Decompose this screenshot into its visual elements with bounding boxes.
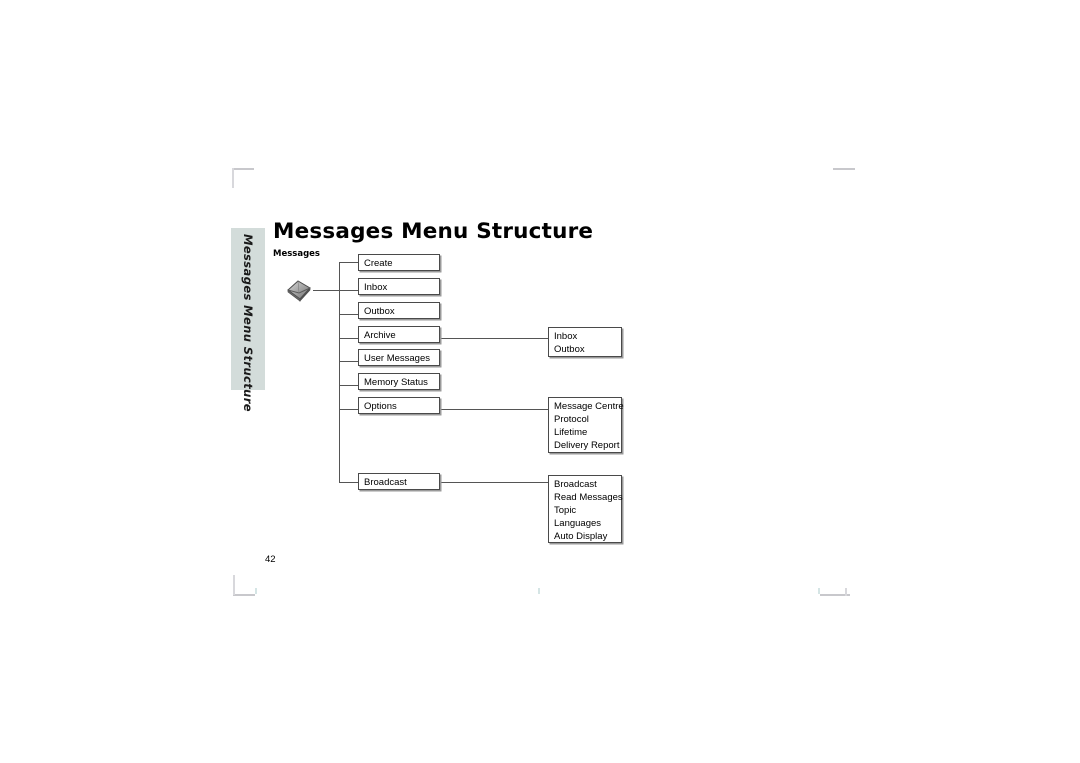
connector-archive-to-submenu bbox=[440, 338, 548, 339]
node-memory-status-label: Memory Status bbox=[364, 377, 428, 388]
diagram-root-label: Messages bbox=[273, 249, 320, 259]
submenu-archive-item[interactable]: Outbox bbox=[554, 344, 621, 357]
node-create-label: Create bbox=[364, 258, 393, 269]
node-inbox-label: Inbox bbox=[364, 282, 388, 293]
connector-options-to-submenu bbox=[440, 409, 548, 410]
submenu-options-item[interactable]: Protocol bbox=[554, 414, 621, 427]
submenu-options-item[interactable]: Lifetime bbox=[554, 427, 621, 440]
node-broadcast-label: Broadcast bbox=[364, 477, 407, 488]
submenu-options-item[interactable]: Delivery Report bbox=[554, 440, 621, 453]
connector-stub-options bbox=[339, 409, 358, 410]
node-user-messages-label: User Messages bbox=[364, 353, 430, 364]
submenu-archive-item[interactable]: Inbox bbox=[554, 331, 621, 344]
submenu-broadcast-item[interactable]: Broadcast bbox=[554, 479, 621, 492]
submenu-broadcast[interactable]: Broadcast Read Messages Topic Languages … bbox=[548, 475, 623, 544]
connector-stub-user-messages bbox=[339, 361, 358, 362]
submenu-broadcast-item[interactable]: Read Messages bbox=[554, 492, 623, 505]
node-archive[interactable]: Archive bbox=[358, 326, 440, 343]
node-create[interactable]: Create bbox=[358, 254, 440, 271]
connector-stub-create bbox=[339, 262, 358, 263]
connector-stub-archive bbox=[339, 338, 358, 339]
submenu-options-items: Message Centre Protocol Lifetime Deliver… bbox=[549, 398, 624, 453]
submenu-options-item[interactable]: Message Centre bbox=[554, 401, 624, 414]
connector-root-to-trunk bbox=[313, 290, 339, 291]
connector-stub-outbox bbox=[339, 314, 358, 315]
submenu-options[interactable]: Message Centre Protocol Lifetime Deliver… bbox=[548, 397, 624, 453]
node-options-label: Options bbox=[364, 401, 397, 412]
node-options[interactable]: Options bbox=[358, 397, 440, 414]
submenu-archive[interactable]: Inbox Outbox bbox=[548, 327, 622, 357]
page-title: Messages Menu Structure bbox=[273, 219, 594, 244]
submenu-broadcast-item[interactable]: Languages bbox=[554, 518, 621, 531]
node-outbox-label: Outbox bbox=[364, 306, 395, 317]
document-page: Messages Menu Structure Messages Menu St… bbox=[0, 0, 1080, 763]
connector-stub-inbox bbox=[339, 290, 358, 291]
connector-stub-memory-status bbox=[339, 385, 358, 386]
connector-trunk bbox=[339, 262, 340, 482]
connector-stub-broadcast bbox=[339, 482, 358, 483]
submenu-broadcast-item[interactable]: Topic bbox=[554, 505, 621, 518]
side-index-tab: Messages Menu Structure bbox=[231, 228, 265, 412]
node-memory-status[interactable]: Memory Status bbox=[358, 373, 440, 390]
node-inbox[interactable]: Inbox bbox=[358, 278, 440, 295]
side-index-tab-label: Messages Menu Structure bbox=[241, 234, 255, 413]
node-archive-label: Archive bbox=[364, 330, 396, 341]
page-number: 42 bbox=[265, 554, 276, 565]
submenu-archive-items: Inbox Outbox bbox=[549, 328, 621, 357]
submenu-broadcast-items: Broadcast Read Messages Topic Languages … bbox=[549, 476, 623, 544]
connector-broadcast-to-submenu bbox=[440, 482, 548, 483]
submenu-broadcast-item[interactable]: Auto Display bbox=[554, 531, 621, 544]
node-outbox[interactable]: Outbox bbox=[358, 302, 440, 319]
node-user-messages[interactable]: User Messages bbox=[358, 349, 440, 366]
node-broadcast[interactable]: Broadcast bbox=[358, 473, 440, 490]
envelope-icon bbox=[285, 278, 313, 303]
